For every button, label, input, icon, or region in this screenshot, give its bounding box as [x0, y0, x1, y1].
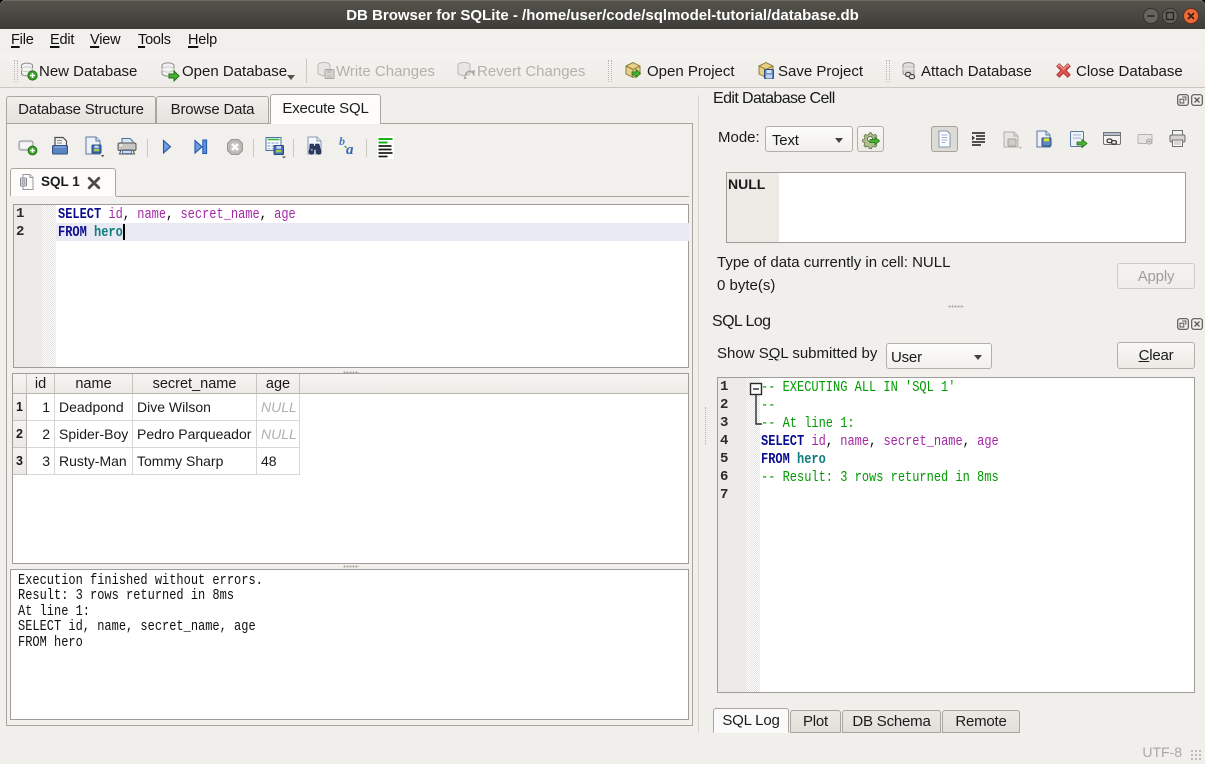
svg-text:b: b: [339, 135, 345, 148]
svg-text:a: a: [346, 142, 354, 157]
